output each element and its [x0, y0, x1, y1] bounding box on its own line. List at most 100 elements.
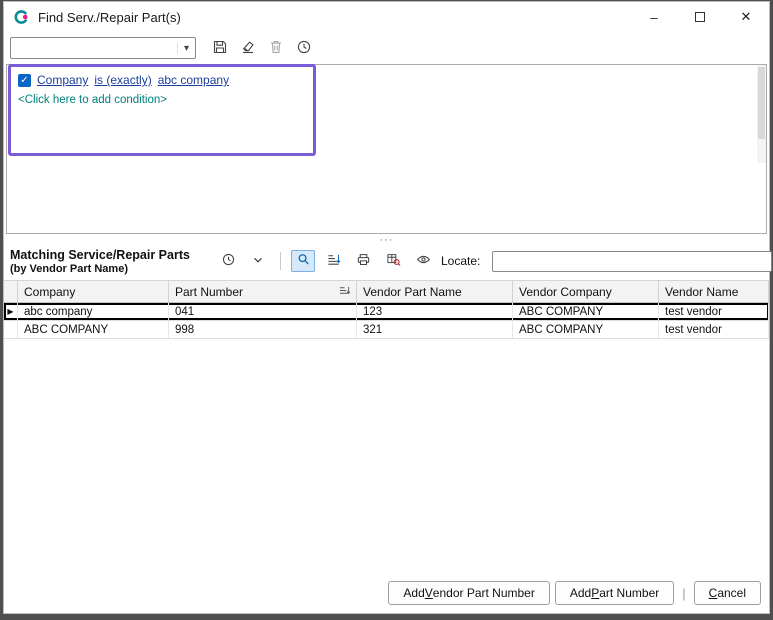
close-icon: ✕: [741, 9, 752, 25]
row-indicator: ▶: [4, 303, 18, 320]
clear-conditions-button[interactable]: [236, 37, 260, 59]
close-button[interactable]: ✕: [723, 2, 769, 32]
find-parts-window: Find Serv./Repair Part(s) – ✕ ▾: [3, 1, 770, 614]
column-header-label: Company: [24, 285, 162, 299]
maximize-icon: [695, 12, 705, 22]
grid-body: ▶abc company041123ABC COMPANYtest vendor…: [4, 303, 769, 339]
column-header-label: Vendor Part Name: [363, 285, 506, 299]
add-vendor-part-number-button[interactable]: Add Vendor Part Number: [388, 581, 549, 605]
combo-dropdown-icon[interactable]: ▾: [177, 43, 195, 54]
table-row[interactable]: ABC COMPANY998321ABC COMPANYtest vendor: [4, 321, 769, 339]
window-controls: – ✕: [631, 2, 769, 32]
save-icon: [212, 39, 228, 58]
eraser-icon: [240, 39, 256, 58]
condition-scrollbar-thumb[interactable]: [758, 67, 765, 139]
footer-buttons: Add Vendor Part Number Add Part Number |…: [388, 581, 761, 605]
preview-button[interactable]: [411, 250, 435, 272]
history-icon: [221, 252, 236, 270]
condition-row: ✓ Company is (exactly) abc company: [18, 73, 306, 87]
chevron-down-icon: [251, 253, 265, 270]
condition-field-link[interactable]: Company: [37, 73, 88, 87]
add-part-number-button[interactable]: Add Part Number: [555, 581, 674, 605]
grid-cell-vendor-name[interactable]: test vendor: [659, 321, 769, 338]
footer-separator: |: [682, 586, 685, 601]
search-toolbar: ▾: [4, 32, 769, 64]
titlebar: Find Serv./Repair Part(s) – ✕: [4, 2, 769, 32]
condition-checkbox[interactable]: ✓: [18, 74, 31, 87]
results-subtitle: (by Vendor Part Name): [10, 263, 216, 275]
grid-cell-vendor-name[interactable]: test vendor: [659, 303, 769, 320]
grid-cell-part-number[interactable]: 041: [169, 303, 357, 320]
saved-search-combo[interactable]: ▾: [10, 37, 196, 59]
row-indicator: [4, 321, 18, 338]
button-label: Add: [570, 586, 591, 600]
print-button[interactable]: [351, 250, 375, 272]
grid-toolbar: Locate:: [216, 248, 773, 272]
condition-panel: ✓ Company is (exactly) abc company <Clic…: [6, 64, 767, 234]
sort-button[interactable]: [321, 250, 345, 272]
grid-cell-vendor-part-name[interactable]: 123: [357, 303, 513, 320]
saved-search-combo-value: [11, 42, 177, 54]
column-header-part-number[interactable]: Part Number: [169, 281, 357, 302]
column-header-label: Part Number: [175, 285, 335, 299]
results-titles: Matching Service/Repair Parts (by Vendor…: [10, 248, 216, 275]
column-header-company[interactable]: Company: [18, 281, 169, 302]
column-header-label: Vendor Company: [519, 285, 652, 299]
save-search-button[interactable]: [208, 37, 232, 59]
recent-searches-button[interactable]: [292, 37, 316, 59]
minimize-button[interactable]: –: [631, 2, 677, 32]
search-grid-icon: [386, 252, 401, 270]
grid-cell-vendor-part-name[interactable]: 321: [357, 321, 513, 338]
add-condition-link[interactable]: <Click here to add condition>: [18, 94, 306, 106]
button-mnemonic: P: [591, 586, 599, 600]
window-title: Find Serv./Repair Part(s): [38, 10, 181, 25]
locate-input[interactable]: [492, 251, 772, 272]
printer-icon: [356, 252, 371, 270]
table-row[interactable]: ▶abc company041123ABC COMPANYtest vendor: [4, 303, 769, 321]
grid-cell-part-number[interactable]: 998: [169, 321, 357, 338]
button-mnemonic: C: [709, 586, 718, 600]
results-title: Matching Service/Repair Parts: [10, 248, 216, 262]
results-header: Matching Service/Repair Parts (by Vendor…: [4, 246, 769, 280]
search-grid-button[interactable]: [381, 250, 405, 272]
condition-value-link[interactable]: abc company: [158, 73, 229, 87]
button-label: art Number: [599, 586, 659, 600]
toolbar-separator: [280, 252, 281, 270]
button-label: ancel: [717, 586, 746, 600]
condition-highlight-box: ✓ Company is (exactly) abc company <Clic…: [8, 64, 316, 156]
splitter-grip-icon: ···: [380, 234, 394, 246]
maximize-button[interactable]: [677, 2, 723, 32]
button-label: endor Part Number: [433, 586, 535, 600]
eye-icon: [416, 252, 431, 270]
search-toolbar-icons: [208, 37, 316, 59]
grid-cell-company[interactable]: ABC COMPANY: [18, 321, 169, 338]
grid-cell-company[interactable]: abc company: [18, 303, 169, 320]
grid-cell-vendor-company[interactable]: ABC COMPANY: [513, 321, 659, 338]
minimize-icon: –: [650, 10, 657, 25]
results-grid: Company Part Number Vendor Part Name Vendor…: [4, 280, 769, 613]
column-header-vendor-name[interactable]: Vendor Name: [659, 281, 769, 302]
button-mnemonic: V: [425, 586, 433, 600]
grid-options-dropdown[interactable]: [246, 250, 270, 272]
app-logo-icon: [12, 8, 30, 26]
cancel-button[interactable]: Cancel: [694, 581, 761, 605]
condition-operator-link[interactable]: is (exactly): [94, 73, 151, 87]
filter-search-icon: [296, 252, 311, 270]
filter-button[interactable]: [291, 250, 315, 272]
trash-icon: [268, 39, 284, 58]
button-label: Add: [403, 586, 424, 600]
grid-history-button[interactable]: [216, 250, 240, 272]
locate-label: Locate:: [441, 254, 480, 268]
sort-ascending-icon: [339, 285, 350, 299]
column-header-vendor-company[interactable]: Vendor Company: [513, 281, 659, 302]
grid-header: Company Part Number Vendor Part Name Vendor…: [4, 281, 769, 303]
header-gutter: [4, 281, 18, 302]
grid-cell-vendor-company[interactable]: ABC COMPANY: [513, 303, 659, 320]
splitter-handle[interactable]: ···: [4, 234, 769, 246]
column-header-vendor-part-name[interactable]: Vendor Part Name: [357, 281, 513, 302]
condition-scrollbar[interactable]: [757, 65, 766, 163]
column-header-label: Vendor Name: [665, 285, 762, 299]
history-icon: [296, 39, 312, 58]
delete-search-button[interactable]: [264, 37, 288, 59]
sort-icon: [326, 252, 341, 270]
